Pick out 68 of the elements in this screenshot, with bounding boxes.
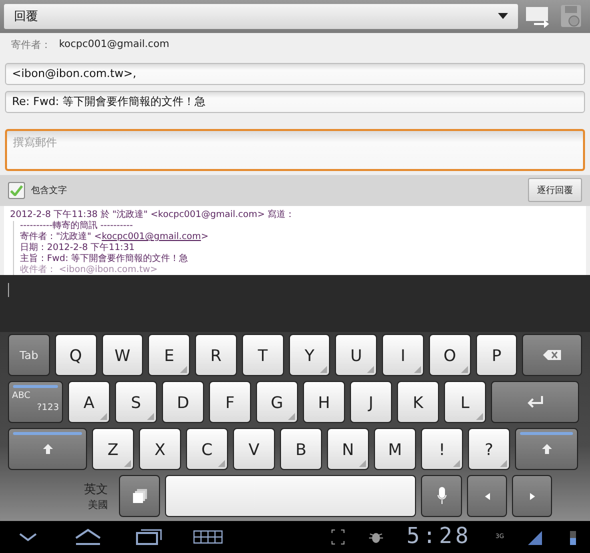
clock: 5:28 [406,524,472,550]
language-label: 英文 [84,480,108,498]
backspace-key[interactable] [522,334,582,376]
keyboard-key[interactable]: D [162,381,204,424]
keyboard-key[interactable]: F [209,381,251,424]
signal-icon [528,528,542,545]
subject-field[interactable]: Re: Fwd: 等下開會要作簡報的文件！急 [5,90,585,113]
keyboard-key[interactable]: ? [468,428,510,470]
keyboard-key[interactable]: Y [288,334,330,376]
keyboard-key[interactable]: W [102,334,144,376]
from-label: 寄件者： [11,38,51,52]
quote-header: 2012-2-8 下午11:38 於 "沈政達" <kocpc001@gmail.com> 寫道： [10,210,296,220]
region-label: 美國 [88,498,108,512]
quoted-line: 主旨：Fwd: 等下開會要作簡報的文件！急 [20,254,190,264]
microphone-key[interactable] [421,475,462,518]
keyboard-key[interactable]: T [242,334,284,376]
keyboard-key[interactable]: ! [421,428,463,470]
right-arrow-icon [530,492,534,500]
keyboard-key[interactable]: M [374,428,416,470]
keyboard-key[interactable]: A [68,381,110,424]
quoted-line: 日期：2012-2-8 下午11:31 [20,243,136,254]
keyboard-key[interactable]: N [327,428,369,470]
enter-key[interactable] [491,381,579,424]
right-arrow-key[interactable] [512,475,552,518]
keyboard-key[interactable]: L [444,381,486,424]
shift-icon [540,443,552,456]
caret-icon [498,13,508,20]
quoted-line: 寄件者："沈政達" <kocpc001@gmail.com> [20,232,210,242]
keyboard-key[interactable]: Z [92,428,134,470]
quoted-line: 收件者： <ibon@ibon.com.tw> [20,265,159,276]
keyboard-key[interactable]: E [148,334,190,376]
keyboard-key[interactable]: R [195,334,237,376]
mode-dropdown[interactable]: 回覆 [4,4,518,29]
keyboard-key[interactable]: V [233,428,275,470]
keyboard-key[interactable]: K [397,381,439,424]
tab-key[interactable]: Tab [8,334,50,376]
language-icon [132,488,148,504]
left-arrow-key[interactable] [467,475,507,518]
quoted-line: ----------轉寄的簡訊 ---------- [20,221,134,232]
to-field[interactable]: <ibon@ibon.com.tw>, [5,62,585,85]
keyboard-key[interactable]: S [115,381,157,424]
keyboard-key[interactable]: U [335,334,378,376]
backspace-icon [543,350,562,360]
keyboard-key[interactable]: X [139,428,181,470]
keyboard-key[interactable]: B [280,428,322,470]
expand-icon [330,528,345,545]
keyboard-key[interactable]: H [303,381,345,424]
left-arrow-icon [484,492,490,500]
keyboard-key[interactable]: I [382,334,424,376]
shift-key[interactable] [515,428,578,470]
include-checkbox[interactable] [8,182,25,199]
keyboard-key[interactable]: C [186,428,228,470]
email-link[interactable]: kocpc001@gmail.com [102,232,201,242]
include-label: 包含文字 [31,184,68,197]
shift-icon [42,443,54,456]
keyboard-key[interactable]: G [256,381,298,424]
symbols-key[interactable]: ABC ?123 [8,381,63,424]
keyboard-key[interactable]: O [428,334,471,376]
microphone-icon [436,487,446,506]
inline-reply-button[interactable]: 逐行回覆 [528,178,582,202]
keyboard-key[interactable]: Q [54,334,97,376]
from-address: kocpc001@gmail.com [59,39,170,50]
shift-key[interactable] [8,428,87,470]
keyboard-key[interactable]: P [476,334,518,376]
enter-icon [526,396,544,408]
language-key[interactable] [119,475,160,518]
keyboard-key[interactable]: J [350,381,392,424]
space-key[interactable] [165,475,416,518]
